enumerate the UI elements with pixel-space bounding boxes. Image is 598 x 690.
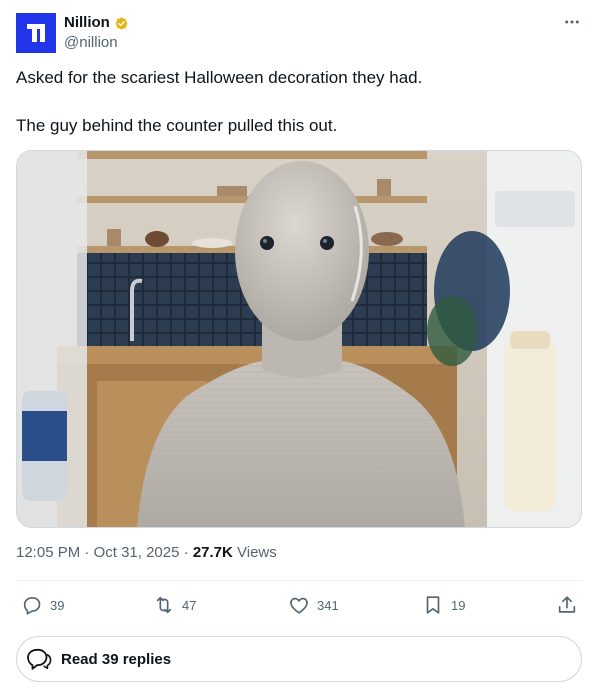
action-bar: 39 47 341 19 bbox=[16, 588, 582, 622]
reply-icon bbox=[23, 597, 41, 615]
tweet-line-1: Asked for the scariest Halloween decorat… bbox=[16, 68, 423, 87]
photo-illustration bbox=[17, 151, 581, 527]
divider bbox=[16, 580, 582, 581]
author-names: Nillion @nillion bbox=[64, 13, 130, 53]
reply-button[interactable]: 39 bbox=[21, 588, 64, 622]
tweet-text: Asked for the scariest Halloween decorat… bbox=[16, 66, 582, 138]
tweet-date[interactable]: Oct 31, 2025 bbox=[94, 544, 180, 561]
bookmark-count: 19 bbox=[451, 597, 466, 613]
bookmark-icon bbox=[426, 596, 440, 614]
read-replies-icon bbox=[27, 648, 52, 670]
views-count[interactable]: 27.7K bbox=[193, 544, 233, 561]
like-count: 341 bbox=[317, 597, 339, 613]
nillion-logo-icon bbox=[27, 24, 45, 42]
handle[interactable]: @nillion bbox=[64, 33, 130, 53]
more-icon[interactable] bbox=[562, 12, 582, 32]
meta-separator: · bbox=[183, 544, 189, 561]
verified-icon[interactable] bbox=[113, 15, 130, 32]
repost-button[interactable]: 47 bbox=[153, 588, 196, 622]
tweet-header: Nillion @nillion bbox=[16, 12, 582, 54]
tweet-time[interactable]: 12:05 PM bbox=[16, 544, 80, 561]
repost-icon bbox=[156, 596, 172, 614]
tweet-meta: 12:05 PM · Oct 31, 2025 · 27.7K Views bbox=[16, 543, 277, 563]
display-name[interactable]: Nillion bbox=[64, 13, 110, 33]
bookmark-button[interactable]: 19 bbox=[422, 588, 465, 622]
tweet-line-2: The guy behind the counter pulled this o… bbox=[16, 116, 338, 135]
share-icon bbox=[558, 596, 576, 613]
meta-separator: · bbox=[84, 544, 90, 561]
views-label: Views bbox=[237, 544, 277, 561]
reply-count: 39 bbox=[50, 597, 65, 613]
tweet-photo[interactable] bbox=[16, 150, 582, 528]
like-button[interactable]: 341 bbox=[288, 588, 339, 622]
avatar[interactable] bbox=[16, 13, 56, 53]
repost-count: 47 bbox=[182, 597, 197, 613]
like-icon bbox=[290, 597, 308, 614]
read-replies-button[interactable]: Read 39 replies bbox=[16, 636, 582, 682]
read-replies-label: Read 39 replies bbox=[61, 650, 172, 668]
share-button[interactable] bbox=[556, 588, 578, 622]
